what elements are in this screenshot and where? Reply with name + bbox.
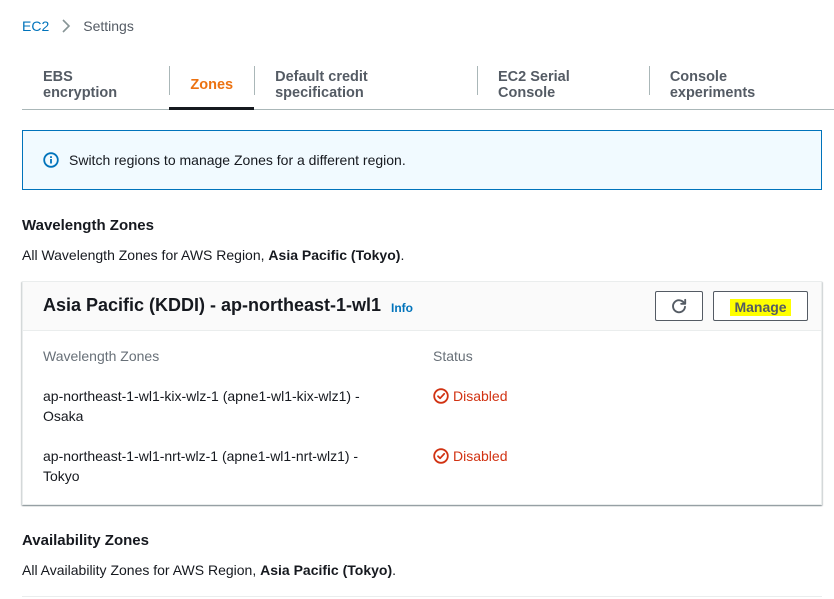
- alert-text: Switch regions to manage Zones for a dif…: [69, 152, 406, 168]
- breadcrumb-current: Settings: [83, 18, 134, 34]
- card-header: Asia Pacific (KDDI) - ap-northeast-1-wl1…: [23, 282, 821, 331]
- refresh-button[interactable]: [655, 291, 703, 321]
- status-badge: Disabled: [433, 388, 507, 404]
- wavelength-zones-heading: Wavelength Zones: [22, 217, 154, 234]
- breadcrumb: EC2 Settings: [22, 17, 134, 35]
- settings-tabs: EBS encryption Zones Default credit spec…: [22, 60, 834, 110]
- manage-button-label: Manage: [730, 298, 791, 316]
- info-link[interactable]: Info: [391, 301, 413, 315]
- ec2-settings-page: EC2 Settings EBS encryption Zones Defaul…: [0, 0, 834, 599]
- column-header-wavelength-zones: Wavelength Zones: [43, 348, 160, 364]
- wavelength-zone-group-card: Asia Pacific (KDDI) - ap-northeast-1-wl1…: [22, 281, 822, 505]
- breadcrumb-ec2-link[interactable]: EC2: [22, 18, 49, 34]
- chevron-right-icon: [57, 17, 75, 35]
- wavelength-desc-prefix: All Wavelength Zones for AWS Region,: [22, 247, 269, 263]
- zone-group-title: Asia Pacific (KDDI) - ap-northeast-1-wl1: [43, 295, 382, 315]
- status-text: Disabled: [453, 448, 508, 464]
- wavelength-desc-region: Asia Pacific (Tokyo): [268, 247, 401, 263]
- wavelength-desc-suffix: .: [400, 247, 405, 263]
- column-header-status: Status: [433, 348, 473, 364]
- x-circle-icon: [433, 448, 449, 464]
- tab-ec2-serial-console[interactable]: EC2 Serial Console: [477, 60, 649, 109]
- tab-ebs-encryption[interactable]: EBS encryption: [22, 60, 169, 109]
- info-alert: Switch regions to manage Zones for a dif…: [22, 130, 822, 190]
- availability-zones-heading: Availability Zones: [22, 532, 149, 549]
- availability-zones-description: All Availability Zones for AWS Region, A…: [22, 562, 396, 578]
- refresh-icon: [670, 297, 688, 315]
- wavelength-zones-description: All Wavelength Zones for AWS Region, Asi…: [22, 247, 404, 263]
- availability-desc-suffix: .: [392, 562, 397, 578]
- zone-name: ap-northeast-1-wl1-nrt-wlz-1 (apne1-wl1-…: [43, 448, 359, 484]
- status-text: Disabled: [453, 388, 508, 404]
- availability-desc-prefix: All Availability Zones for AWS Region,: [22, 562, 261, 578]
- manage-button[interactable]: Manage: [713, 291, 808, 321]
- zone-name: ap-northeast-1-wl1-kix-wlz-1 (apne1-wl1-…: [43, 388, 360, 424]
- status-badge: Disabled: [433, 448, 507, 464]
- tab-default-credit-specification[interactable]: Default credit specification: [254, 60, 477, 109]
- availability-desc-region: Asia Pacific (Tokyo): [260, 562, 393, 578]
- tab-console-experiments[interactable]: Console experiments: [648, 60, 834, 109]
- x-circle-icon: [433, 388, 449, 404]
- tab-zones[interactable]: Zones: [169, 60, 254, 110]
- info-circle-icon: [43, 152, 59, 168]
